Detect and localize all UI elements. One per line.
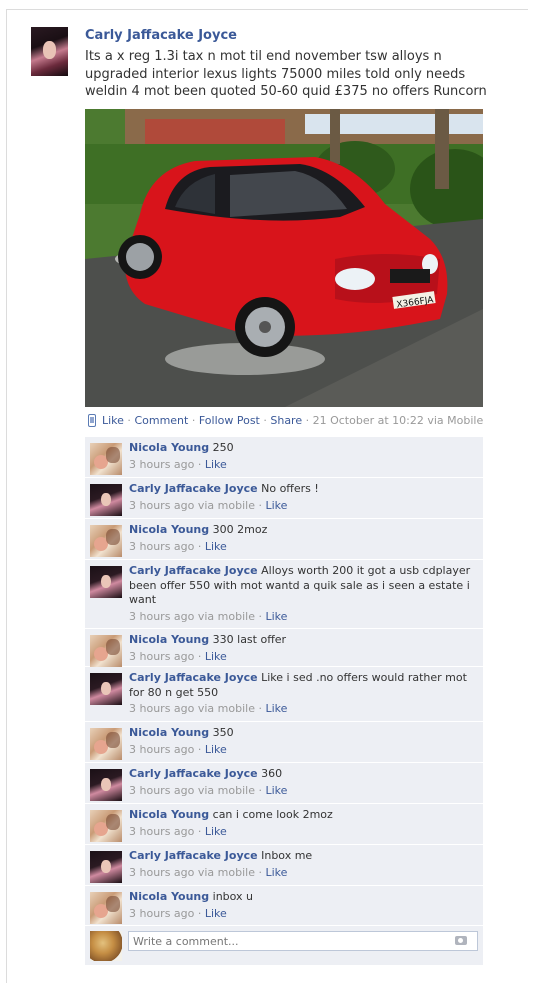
- comment-composer: Write a comment...: [85, 926, 483, 965]
- comment-author[interactable]: Nicola Young: [129, 726, 209, 739]
- comment-like-link[interactable]: Like: [205, 743, 227, 756]
- comment-item: Carly Jaffacake Joyce Like i sed .no off…: [85, 667, 483, 721]
- comment-time[interactable]: 3 hours ago: [129, 825, 194, 838]
- comment-author[interactable]: Nicola Young: [129, 523, 209, 536]
- comment-author[interactable]: Nicola Young: [129, 441, 209, 454]
- comment-author[interactable]: Carly Jaffacake Joyce: [129, 849, 258, 862]
- comment-time[interactable]: 3 hours ago via mobile: [129, 499, 255, 512]
- comment-item: Nicola Young 350 3 hours ago · Like: [85, 722, 483, 762]
- comment-time[interactable]: 3 hours ago: [129, 458, 194, 471]
- comment-author[interactable]: Nicola Young: [129, 808, 209, 821]
- comment-time[interactable]: 3 hours ago: [129, 743, 194, 756]
- comment-text: inbox u: [212, 890, 254, 903]
- comment-time[interactable]: 3 hours ago: [129, 907, 194, 920]
- comment-text: 250: [212, 441, 234, 454]
- post-timestamp[interactable]: 21 October at 10:22 via Mobile: [313, 414, 484, 427]
- comment-time[interactable]: 3 hours ago via mobile: [129, 702, 255, 715]
- share-link[interactable]: Share: [270, 414, 302, 427]
- car-photo-illustration: X366FJA: [85, 109, 483, 407]
- post-text: Its a x reg 1.3i tax n mot til end novem…: [85, 49, 487, 99]
- commenter-avatar[interactable]: [90, 673, 122, 705]
- commenter-avatar[interactable]: [90, 635, 122, 667]
- like-link[interactable]: Like: [102, 414, 124, 427]
- comment-text: 350: [212, 726, 234, 739]
- comment-like-link[interactable]: Like: [265, 610, 287, 623]
- commenter-avatar[interactable]: [90, 443, 122, 475]
- comment-item: Nicola Young can i come look 2moz 3 hour…: [85, 804, 483, 844]
- mobile-phone-icon: [88, 414, 96, 427]
- separator: ·: [259, 414, 271, 427]
- comment-item: Carly Jaffacake Joyce No offers ! 3 hour…: [85, 478, 483, 518]
- comment-item: Carly Jaffacake Joyce Alloys worth 200 i…: [85, 560, 483, 628]
- comment-like-link[interactable]: Like: [205, 458, 227, 471]
- comment-author[interactable]: Carly Jaffacake Joyce: [129, 564, 258, 577]
- separator: ·: [302, 414, 313, 427]
- comment-like-link[interactable]: Like: [265, 499, 287, 512]
- comment-author[interactable]: Carly Jaffacake Joyce: [129, 671, 258, 684]
- post-actions-bar: Like · Comment · Follow Post · Share · 2…: [88, 414, 483, 427]
- comment-time[interactable]: 3 hours ago: [129, 540, 194, 553]
- post-photo[interactable]: X366FJA: [85, 109, 483, 407]
- comment-input[interactable]: Write a comment...: [128, 931, 478, 951]
- commenter-avatar[interactable]: [90, 810, 122, 842]
- post-author-avatar[interactable]: [31, 27, 68, 76]
- comment-item: Nicola Young 250 3 hours ago · Like: [85, 437, 483, 477]
- comment-like-link[interactable]: Like: [265, 702, 287, 715]
- comment-author[interactable]: Nicola Young: [129, 633, 209, 646]
- comment-text: No offers !: [261, 482, 319, 495]
- current-user-avatar: [90, 931, 122, 961]
- commenter-avatar[interactable]: [90, 728, 122, 760]
- follow-post-link[interactable]: Follow Post: [199, 414, 260, 427]
- comment-text: Inbox me: [261, 849, 313, 862]
- post-author-name[interactable]: Carly Jaffacake Joyce: [85, 28, 237, 43]
- comment-like-link[interactable]: Like: [205, 907, 227, 920]
- comment-like-link[interactable]: Like: [205, 540, 227, 553]
- separator: ·: [188, 414, 199, 427]
- comment-author[interactable]: Carly Jaffacake Joyce: [129, 482, 258, 495]
- commenter-avatar[interactable]: [90, 769, 122, 801]
- comment-author[interactable]: Nicola Young: [129, 890, 209, 903]
- comment-time[interactable]: 3 hours ago: [129, 650, 194, 663]
- comment-text: 330 last offer: [212, 633, 287, 646]
- camera-icon[interactable]: [455, 936, 467, 945]
- comment-item: Carly Jaffacake Joyce 360 3 hours ago vi…: [85, 763, 483, 803]
- comment-author[interactable]: Carly Jaffacake Joyce: [129, 767, 258, 780]
- commenter-avatar[interactable]: [90, 566, 122, 598]
- commenter-avatar[interactable]: [90, 851, 122, 883]
- comment-item: Nicola Young 330 last offer 3 hours ago …: [85, 629, 483, 667]
- comment-input-placeholder: Write a comment...: [133, 935, 239, 948]
- comment-link[interactable]: Comment: [134, 414, 188, 427]
- comment-like-link[interactable]: Like: [265, 784, 287, 797]
- comment-item: Nicola Young 300 2moz 3 hours ago · Like: [85, 519, 483, 559]
- comment-text: 300 2moz: [212, 523, 268, 536]
- comment-time[interactable]: 3 hours ago via mobile: [129, 784, 255, 797]
- frame-left-border: [6, 9, 7, 983]
- comment-item: Carly Jaffacake Joyce Inbox me 3 hours a…: [85, 845, 483, 885]
- comment-item: Nicola Young inbox u 3 hours ago · Like: [85, 886, 483, 925]
- comment-text: 360: [261, 767, 283, 780]
- comment-time[interactable]: 3 hours ago via mobile: [129, 610, 255, 623]
- separator: ·: [123, 414, 135, 427]
- commenter-avatar[interactable]: [90, 484, 122, 516]
- comment-text: can i come look 2moz: [212, 808, 333, 821]
- comment-like-link[interactable]: Like: [205, 825, 227, 838]
- frame-top-border: [6, 9, 528, 10]
- commenter-avatar[interactable]: [90, 892, 122, 924]
- comment-like-link[interactable]: Like: [205, 650, 227, 663]
- comment-time[interactable]: 3 hours ago via mobile: [129, 866, 255, 879]
- comment-like-link[interactable]: Like: [265, 866, 287, 879]
- commenter-avatar[interactable]: [90, 525, 122, 557]
